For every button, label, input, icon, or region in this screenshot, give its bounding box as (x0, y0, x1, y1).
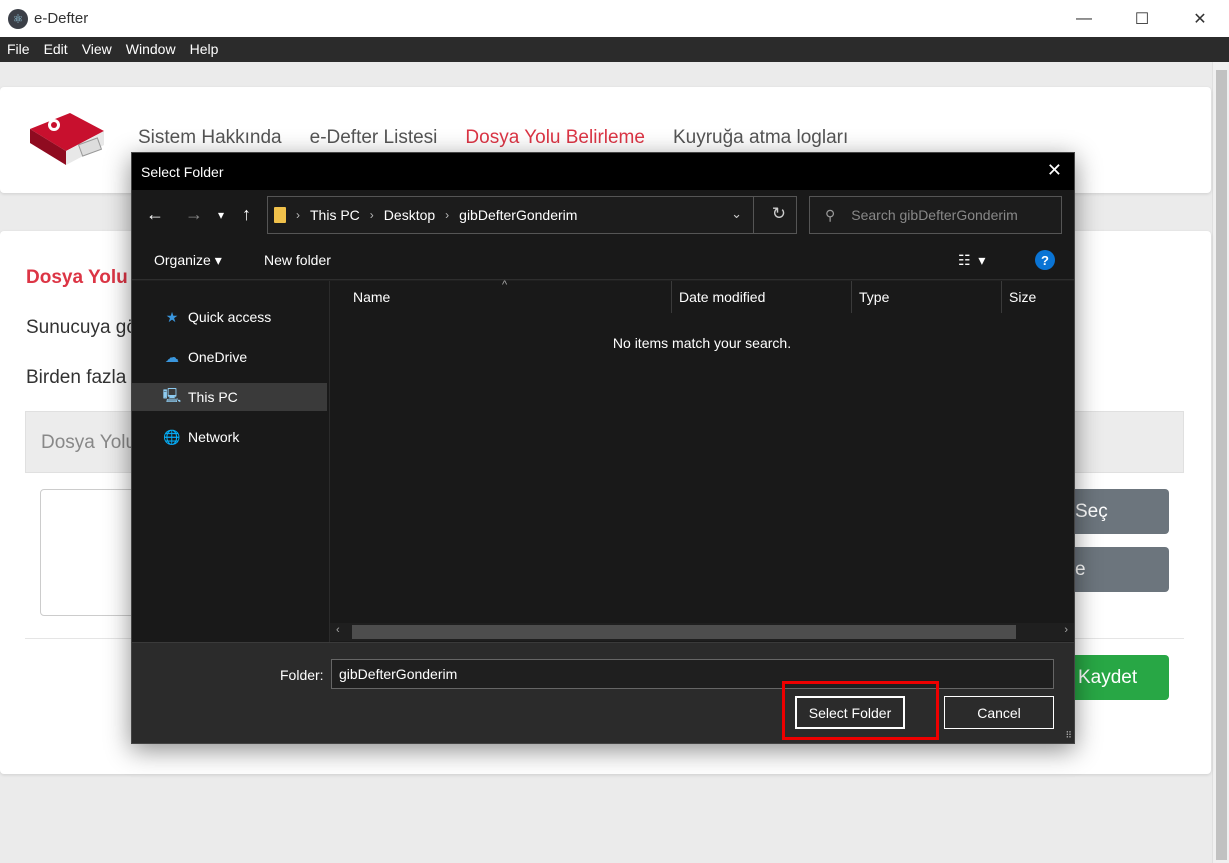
sidebar-label: This PC (188, 389, 238, 405)
secondary-button-label: e (1075, 558, 1086, 580)
up-arrow-icon[interactable]: ↑ (242, 204, 251, 225)
column-header-type[interactable]: Type (859, 281, 889, 313)
e-defter-logo (30, 113, 104, 165)
column-header-size[interactable]: Size (1009, 281, 1036, 313)
section-title: Dosya Yolu (26, 267, 128, 288)
window-title: e-Defter (34, 10, 89, 27)
dialog-toolbar: Organize ▾ New folder ☷ ▾ ? (132, 240, 1074, 280)
search-icon: ⚲ (825, 206, 836, 223)
sidebar-item-this-pc[interactable]: 🖳 This PC (132, 383, 327, 411)
breadcrumb-chevron-icon: › (296, 208, 300, 222)
sort-ascending-icon: ^ (502, 279, 508, 291)
close-icon[interactable]: ✕ (1171, 0, 1229, 37)
dialog-title-bar: Select Folder ✕ (132, 153, 1074, 190)
search-placeholder: Search gibDefterGonderim (851, 207, 1018, 223)
title-bar: ⚛ e-Defter — ☐ ✕ (0, 0, 1229, 37)
new-folder-button[interactable]: New folder (264, 252, 331, 268)
main-nav: Sistem Hakkında e-Defter Listesi Dosya Y… (138, 127, 848, 149)
save-button[interactable]: Kaydet (1060, 655, 1169, 700)
menu-file[interactable]: File (0, 37, 37, 62)
menu-edit[interactable]: Edit (37, 37, 75, 62)
star-icon: ★ (165, 308, 179, 325)
cancel-button[interactable]: Cancel (944, 696, 1054, 729)
organize-label: Organize (154, 252, 211, 268)
organize-button[interactable]: Organize ▾ (154, 252, 222, 269)
network-icon: 🌐 (163, 428, 181, 445)
refresh-icon[interactable]: ↻ (772, 204, 786, 224)
breadcrumb-chevron-icon: › (369, 208, 374, 222)
window-controls: — ☐ ✕ (1055, 0, 1229, 37)
save-button-label: Kaydet (1078, 666, 1138, 688)
breadcrumb-desktop[interactable]: Desktop (384, 207, 435, 223)
folder-label: Folder: (280, 667, 324, 683)
nav-dosya-yolu-belirleme[interactable]: Dosya Yolu Belirleme (465, 127, 645, 149)
dialog-close-icon[interactable]: ✕ (1047, 160, 1062, 181)
folder-name-input[interactable]: gibDefterGonderim (331, 659, 1054, 689)
path-header-label: Dosya Yolu (41, 432, 137, 453)
description-text-1: Sunucuya gö (26, 317, 137, 338)
column-header-name[interactable]: Name (353, 281, 390, 313)
column-divider[interactable] (671, 281, 672, 313)
computer-icon: 🖳 (162, 387, 182, 403)
scroll-left-icon[interactable]: ‹ (336, 624, 340, 636)
maximize-icon[interactable]: ☐ (1113, 0, 1171, 37)
select-path-label: Seç (1075, 500, 1108, 522)
breadcrumb-this-pc[interactable]: This PC (310, 207, 360, 223)
menu-window[interactable]: Window (119, 37, 183, 62)
sidebar-item-onedrive[interactable]: ☁ OneDrive (132, 343, 327, 371)
page-scrollbar[interactable] (1212, 62, 1229, 863)
forward-arrow-icon[interactable]: → (185, 204, 203, 225)
minimize-icon[interactable]: — (1055, 0, 1113, 37)
sidebar-label: OneDrive (188, 349, 248, 365)
menu-view[interactable]: View (75, 37, 119, 62)
help-icon[interactable]: ? (1035, 250, 1055, 270)
secondary-button[interactable]: e (1060, 547, 1169, 592)
menu-help[interactable]: Help (183, 37, 226, 62)
address-bar[interactable]: › This PC › Desktop › gibDefterGonderim … (267, 196, 797, 234)
sidebar-label: Quick access (188, 309, 272, 325)
address-dropdown-icon[interactable]: ⌄ (731, 206, 742, 222)
column-divider[interactable] (851, 281, 852, 313)
recent-locations-icon[interactable]: ▾ (218, 208, 224, 222)
horizontal-scrollbar[interactable]: ‹ › (330, 623, 1074, 641)
dialog-nav-row: ← → ▾ ↑ › This PC › Desktop › gibDefterG… (132, 190, 1074, 240)
empty-message: No items match your search. (612, 335, 792, 351)
scroll-right-icon[interactable]: › (1064, 624, 1068, 636)
select-folder-dialog: Select Folder ✕ ← → ▾ ↑ › This PC › Desk… (131, 152, 1075, 744)
breadcrumb-chevron-icon: › (445, 208, 450, 222)
sidebar-item-quick-access[interactable]: ★ Quick access (132, 303, 327, 331)
app-logo-icon: ⚛ (8, 8, 28, 29)
horizontal-scrollbar-thumb[interactable] (352, 625, 1016, 639)
description-text-2: Birden fazla (26, 367, 127, 388)
folder-icon (274, 207, 286, 223)
menu-bar: File Edit View Window Help (0, 37, 1229, 62)
file-list: ^ Name Date modified Type Size No items … (330, 279, 1074, 642)
navigation-pane: ★ Quick access ☁ OneDrive 🖳 This PC 🌐 Ne… (132, 281, 329, 642)
breadcrumb-current-folder[interactable]: gibDefterGonderim (459, 207, 577, 223)
column-header-date-modified[interactable]: Date modified (679, 281, 765, 313)
nav-kuyruga-atma-loglari[interactable]: Kuyruğa atma logları (673, 127, 848, 149)
sidebar-item-network[interactable]: 🌐 Network (132, 423, 327, 451)
resize-grip-icon[interactable]: ⠿ (1065, 730, 1072, 741)
nav-edefter-listesi[interactable]: e-Defter Listesi (310, 127, 438, 149)
view-options-icon[interactable]: ☷ ▾ (958, 252, 985, 269)
back-arrow-icon[interactable]: ← (146, 204, 164, 225)
address-divider (753, 197, 754, 233)
dialog-title: Select Folder (141, 163, 224, 180)
search-box[interactable]: ⚲ Search gibDefterGonderim (809, 196, 1062, 234)
scrollbar-thumb[interactable] (1216, 70, 1227, 860)
nav-sistem-hakkinda[interactable]: Sistem Hakkında (138, 127, 282, 149)
cloud-icon: ☁ (165, 348, 179, 365)
select-path-button[interactable]: Seç (1060, 489, 1169, 534)
column-divider[interactable] (1001, 281, 1002, 313)
sidebar-label: Network (188, 429, 240, 445)
highlight-box (782, 681, 939, 740)
